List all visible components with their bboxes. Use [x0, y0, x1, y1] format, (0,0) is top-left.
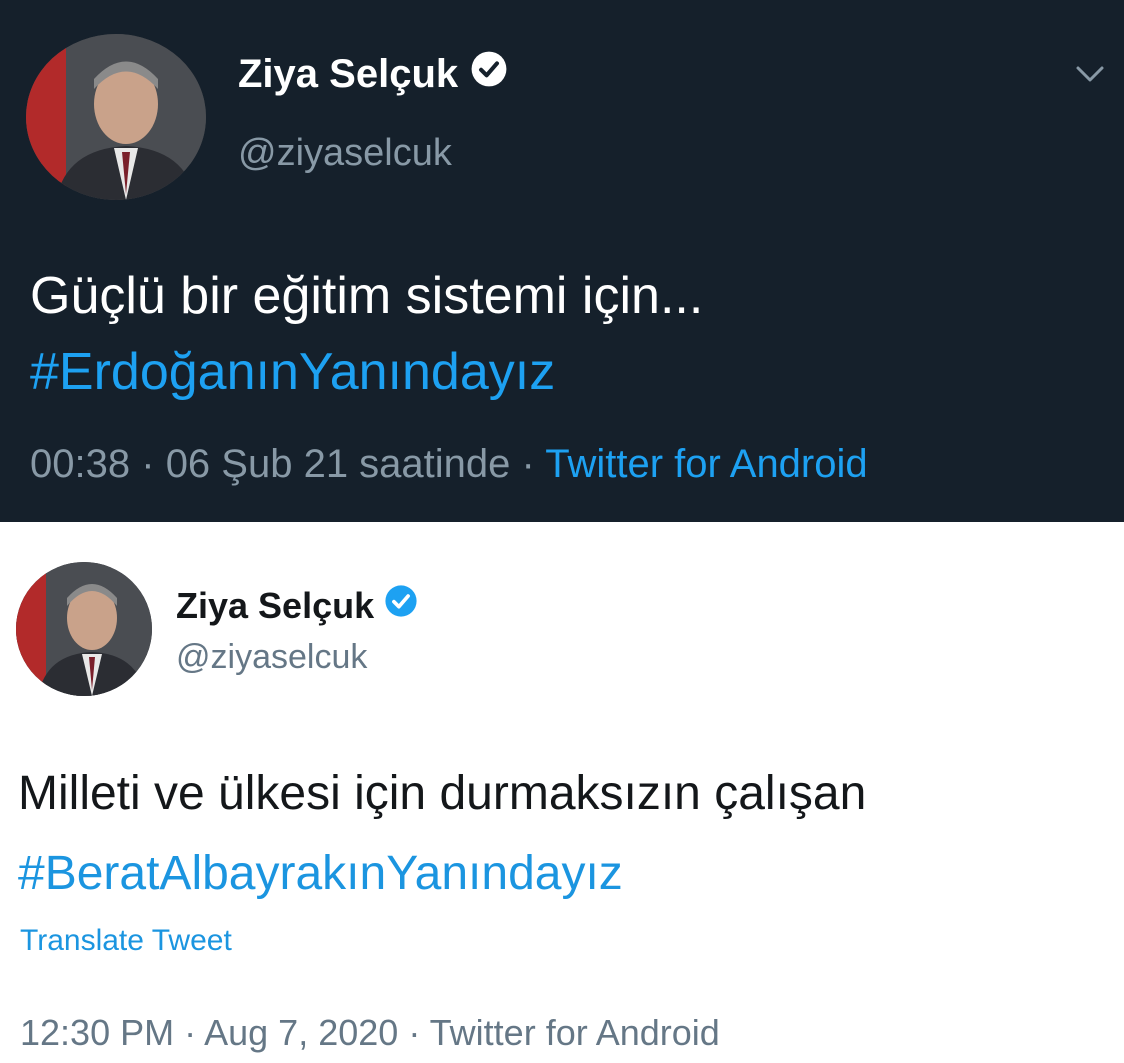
- display-name-text[interactable]: Ziya Selçuk: [176, 585, 374, 627]
- tweet-text: Milleti ve ülkesi için durmaksızın çalış…: [18, 754, 866, 914]
- display-name[interactable]: Ziya Selçuk: [176, 584, 418, 627]
- tweet-body: Güçlü bir eğitim sistemi için...: [30, 267, 704, 325]
- tweet-source-link[interactable]: Twitter for Android: [430, 1012, 720, 1053]
- tweet-meta: 00:38 · 06 Şub 21 saatinde · Twitter for…: [30, 442, 868, 487]
- tweet-body: Milleti ve ülkesi için durmaksızın çalış…: [18, 767, 867, 820]
- tweet-card-light: Ziya Selçuk @ziyaselcuk Milleti ve ülkes…: [0, 522, 1124, 1063]
- tweet-time[interactable]: 00:38: [30, 442, 130, 486]
- tweet-date[interactable]: Aug 7, 2020: [204, 1012, 398, 1053]
- chevron-down-icon[interactable]: [1070, 58, 1110, 88]
- user-handle[interactable]: @ziyaselcuk: [238, 132, 452, 175]
- hashtag-link[interactable]: #ErdoğanınYanındayız: [30, 334, 703, 410]
- tweet-meta: 12:30 PM · Aug 7, 2020 · Twitter for And…: [20, 1012, 720, 1054]
- display-name-text[interactable]: Ziya Selçuk: [238, 52, 458, 97]
- user-handle[interactable]: @ziyaselcuk: [176, 638, 367, 677]
- meta-separator: ·: [408, 1012, 421, 1053]
- meta-separator: ·: [141, 442, 155, 486]
- tweet-time[interactable]: 12:30 PM: [20, 1012, 174, 1053]
- meta-separator: ·: [521, 442, 535, 486]
- tweet-date[interactable]: 06 Şub 21 saatinde: [166, 442, 511, 486]
- profile-avatar[interactable]: [26, 34, 206, 200]
- translate-tweet-link[interactable]: Translate Tweet: [20, 924, 232, 958]
- display-name[interactable]: Ziya Selçuk: [238, 50, 508, 98]
- tweet-text: Güçlü bir eğitim sistemi için... #Erdoğa…: [30, 258, 703, 410]
- profile-avatar[interactable]: [16, 562, 152, 696]
- verified-badge-icon: [384, 584, 418, 627]
- meta-separator: ·: [184, 1012, 197, 1053]
- hashtag-link[interactable]: #BeratAlbayrakınYanındayız: [18, 834, 866, 914]
- tweet-card-dark: Ziya Selçuk @ziyaselcuk Güçlü bir eğitim…: [0, 0, 1124, 522]
- tweet-source-link[interactable]: Twitter for Android: [545, 442, 867, 486]
- verified-badge-icon: [470, 50, 508, 98]
